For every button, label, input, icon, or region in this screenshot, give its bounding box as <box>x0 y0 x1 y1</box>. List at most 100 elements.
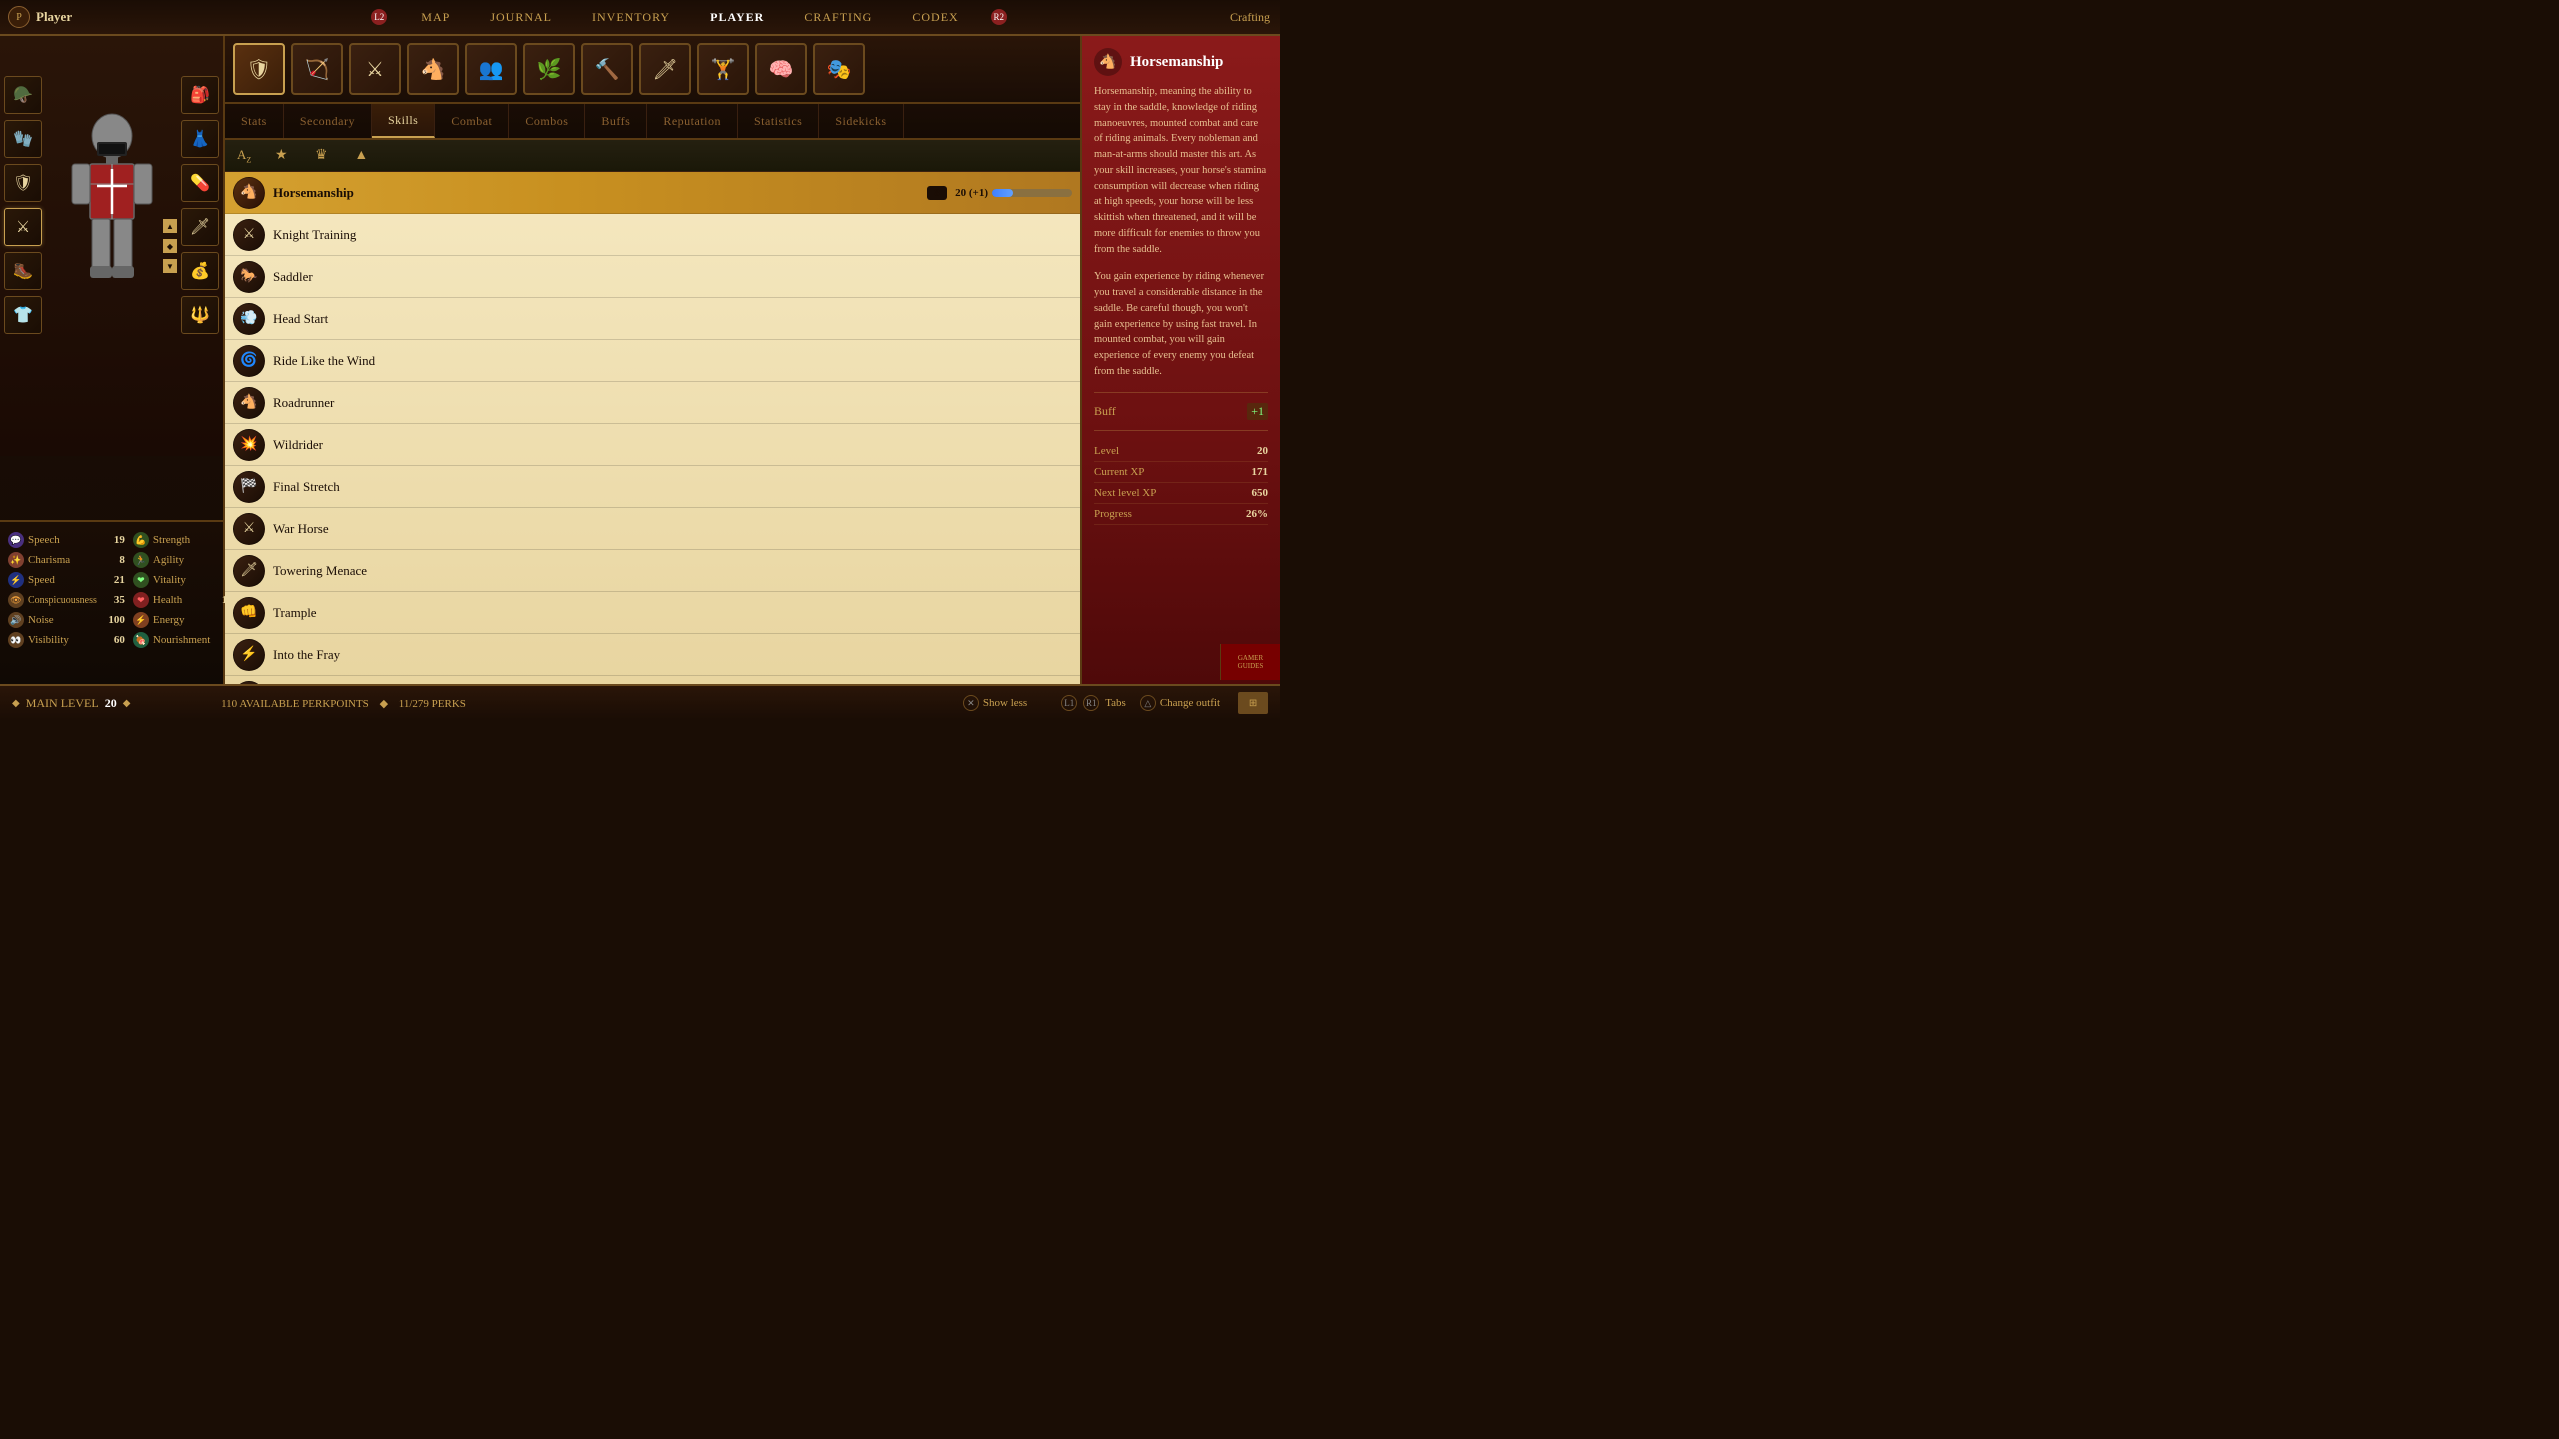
equip-slot-potion[interactable]: 💊 <box>181 164 219 202</box>
skill-icon-ride-like-wind: 🌀 <box>233 345 265 377</box>
skill-item-final-stretch[interactable]: 🏁 Final Stretch <box>225 466 1080 508</box>
noise-icon: 🔊 <box>8 612 24 628</box>
skill-cat-strength[interactable]: 🏋 <box>697 43 749 95</box>
skill-item-trample[interactable]: 👊 Trample <box>225 592 1080 634</box>
filter-star-button[interactable]: ★ <box>271 146 291 166</box>
skill-item-knight-training[interactable]: ⚔ Knight Training <box>225 214 1080 256</box>
tab-statistics[interactable]: Statistics <box>738 104 819 138</box>
skill-item-wildrider[interactable]: 💥 Wildrider <box>225 424 1080 466</box>
right-panel-divider-2 <box>1094 430 1268 431</box>
nav-map[interactable]: MAP <box>413 6 458 29</box>
show-less-button[interactable]: ✕ Show less <box>963 695 1027 711</box>
skill-item-towering-menace[interactable]: 🗡 Towering Menace <box>225 550 1080 592</box>
sort-az-button[interactable]: AZ <box>237 147 251 165</box>
right-panel-skill-name: Horsemanship <box>1130 54 1223 71</box>
rp-level-value: 20 <box>1257 445 1268 457</box>
equip-slot-dagger[interactable]: 🗡 <box>181 208 219 246</box>
extra-control[interactable]: ⊞ <box>1238 692 1268 714</box>
equip-slot-shield[interactable]: 🛡 <box>4 164 42 202</box>
equip-slot-trinket[interactable]: 🔱 <box>181 296 219 334</box>
equip-slot-chest[interactable]: 👕 <box>4 296 42 334</box>
skill-item-head-start[interactable]: 💨 Head Start <box>225 298 1080 340</box>
tab-reputation[interactable]: Reputation <box>647 104 738 138</box>
skill-name-final-stretch: Final Stretch <box>273 479 1072 495</box>
equip-slot-gold[interactable]: 💰 <box>181 252 219 290</box>
skill-xp-horsemanship: 20 (+1) <box>955 187 1072 199</box>
nav-codex[interactable]: CODEX <box>904 6 966 29</box>
filter-arrow-button[interactable]: ▲ <box>351 146 371 166</box>
energy-icon: ⚡ <box>133 612 149 628</box>
skill-item-ride-like-wind[interactable]: 🌀 Ride Like the Wind <box>225 340 1080 382</box>
skill-item-roadrunner[interactable]: 🐴 Roadrunner <box>225 382 1080 424</box>
skill-cat-people[interactable]: 👥 <box>465 43 517 95</box>
skill-name-knight-training: Knight Training <box>273 227 1072 243</box>
nav-inventory[interactable]: INVENTORY <box>584 6 678 29</box>
skill-item-head-start-ii[interactable]: 💨 Head Start II <box>225 676 1080 684</box>
perkpoints-diamond: ◆ <box>380 698 388 710</box>
filter-crown-button[interactable]: ♛ <box>311 146 331 166</box>
equip-slot-bag[interactable]: 🎒 <box>181 76 219 114</box>
right-panel-skill-icon: 🐴 <box>1094 48 1122 76</box>
left-panel: 🪖 🧤 🛡 ⚔ 🥾 👕 <box>0 36 225 720</box>
skill-cat-dagger[interactable]: 🗡 <box>639 43 691 95</box>
nav-player[interactable]: PLAYER <box>702 6 772 29</box>
skill-icon-knight-training: ⚔ <box>233 219 265 251</box>
skill-cat-nature[interactable]: 🌿 <box>523 43 575 95</box>
equip-arrow-down[interactable]: ▼ <box>163 259 177 273</box>
skill-icon-saddler: 🐎 <box>233 261 265 293</box>
tab-stats[interactable]: Stats <box>225 104 284 138</box>
equip-arrow-mid[interactable]: ◆ <box>163 239 177 253</box>
tab-combat[interactable]: Combat <box>435 104 509 138</box>
skill-icon-into-the-fray: ⚡ <box>233 639 265 671</box>
skill-item-saddler[interactable]: 🐎 Saddler <box>225 256 1080 298</box>
equip-slot-gloves[interactable]: 🧤 <box>4 120 42 158</box>
stat-conspicuousness: 👁 Conspicuousness 35 <box>8 590 125 610</box>
rp-current-xp-value: 171 <box>1252 466 1269 478</box>
speed-icon: ⚡ <box>8 572 24 588</box>
tab-skills[interactable]: Skills <box>372 104 435 138</box>
equip-slot-weapon[interactable]: ⚔ <box>4 208 42 246</box>
equip-slot-boots[interactable]: 🥾 <box>4 252 42 290</box>
equip-arrow-up[interactable]: ▲ <box>163 219 177 233</box>
tab-buffs[interactable]: Buffs <box>585 104 647 138</box>
skill-cat-sword[interactable]: ⚔ <box>349 43 401 95</box>
perkpoints-section: 110 AVAILABLE PERKPOINTS ◆ 11/279 PERKS <box>150 697 536 710</box>
rp-progress-value: 26% <box>1246 508 1268 520</box>
skill-cat-bow[interactable]: 🏹 <box>291 43 343 95</box>
change-outfit-button[interactable]: △ Change outfit <box>1140 695 1220 711</box>
skill-name-war-horse: War Horse <box>273 521 1072 537</box>
main-level-label: MAIN LEVEL <box>26 696 99 711</box>
skill-name-trample: Trample <box>273 605 1072 621</box>
tab-secondary[interactable]: Secondary <box>284 104 372 138</box>
xp-bar-horsemanship <box>992 189 1072 197</box>
skill-item-into-the-fray[interactable]: ⚡ Into the Fray <box>225 634 1080 676</box>
character-portrait: 🪖 🧤 🛡 ⚔ 🥾 👕 <box>0 36 223 456</box>
nourishment-icon: 🍖 <box>133 632 149 648</box>
skill-cat-social[interactable]: 🎭 <box>813 43 865 95</box>
agility-label: Agility <box>153 554 210 566</box>
skill-cat-craft[interactable]: 🔨 <box>581 43 633 95</box>
skill-cat-horse[interactable]: 🐴 <box>407 43 459 95</box>
skill-cat-shields[interactable]: 🛡 <box>233 43 285 95</box>
equip-slot-robe[interactable]: 👗 <box>181 120 219 158</box>
equipment-right: 🎒 👗 💊 🗡 💰 🔱 <box>181 76 219 334</box>
nav-journal[interactable]: JOURNAL <box>482 6 560 29</box>
extra-icon: ⊞ <box>1249 698 1257 709</box>
x-icon: ✕ <box>963 695 979 711</box>
strength-label: Strength <box>153 534 210 546</box>
rp-stat-current-xp: Current XP 171 <box>1094 462 1268 483</box>
tab-sidekicks[interactable]: Sidekicks <box>819 104 903 138</box>
skill-cat-mind[interactable]: 🧠 <box>755 43 807 95</box>
tab-combos[interactable]: Combos <box>509 104 585 138</box>
skill-name-horsemanship: Horsemanship <box>273 185 919 201</box>
stat-vitality: ❤ Vitality 21 <box>133 570 238 590</box>
equip-slot-helm[interactable]: 🪖 <box>4 76 42 114</box>
charisma-label: Charisma <box>28 554 97 566</box>
skill-item-war-horse[interactable]: ⚔ War Horse <box>225 508 1080 550</box>
rp-stat-progress: Progress 26% <box>1094 504 1268 525</box>
nav-crafting[interactable]: CRAFTING <box>796 6 880 29</box>
buff-label: Buff <box>1094 404 1116 419</box>
skill-item-horsemanship[interactable]: 🐴 Horsemanship 8 20 (+1) <box>225 172 1080 214</box>
stat-visibility: 👀 Visibility 60 <box>8 630 125 650</box>
rp-next-xp-label: Next level XP <box>1094 487 1156 499</box>
